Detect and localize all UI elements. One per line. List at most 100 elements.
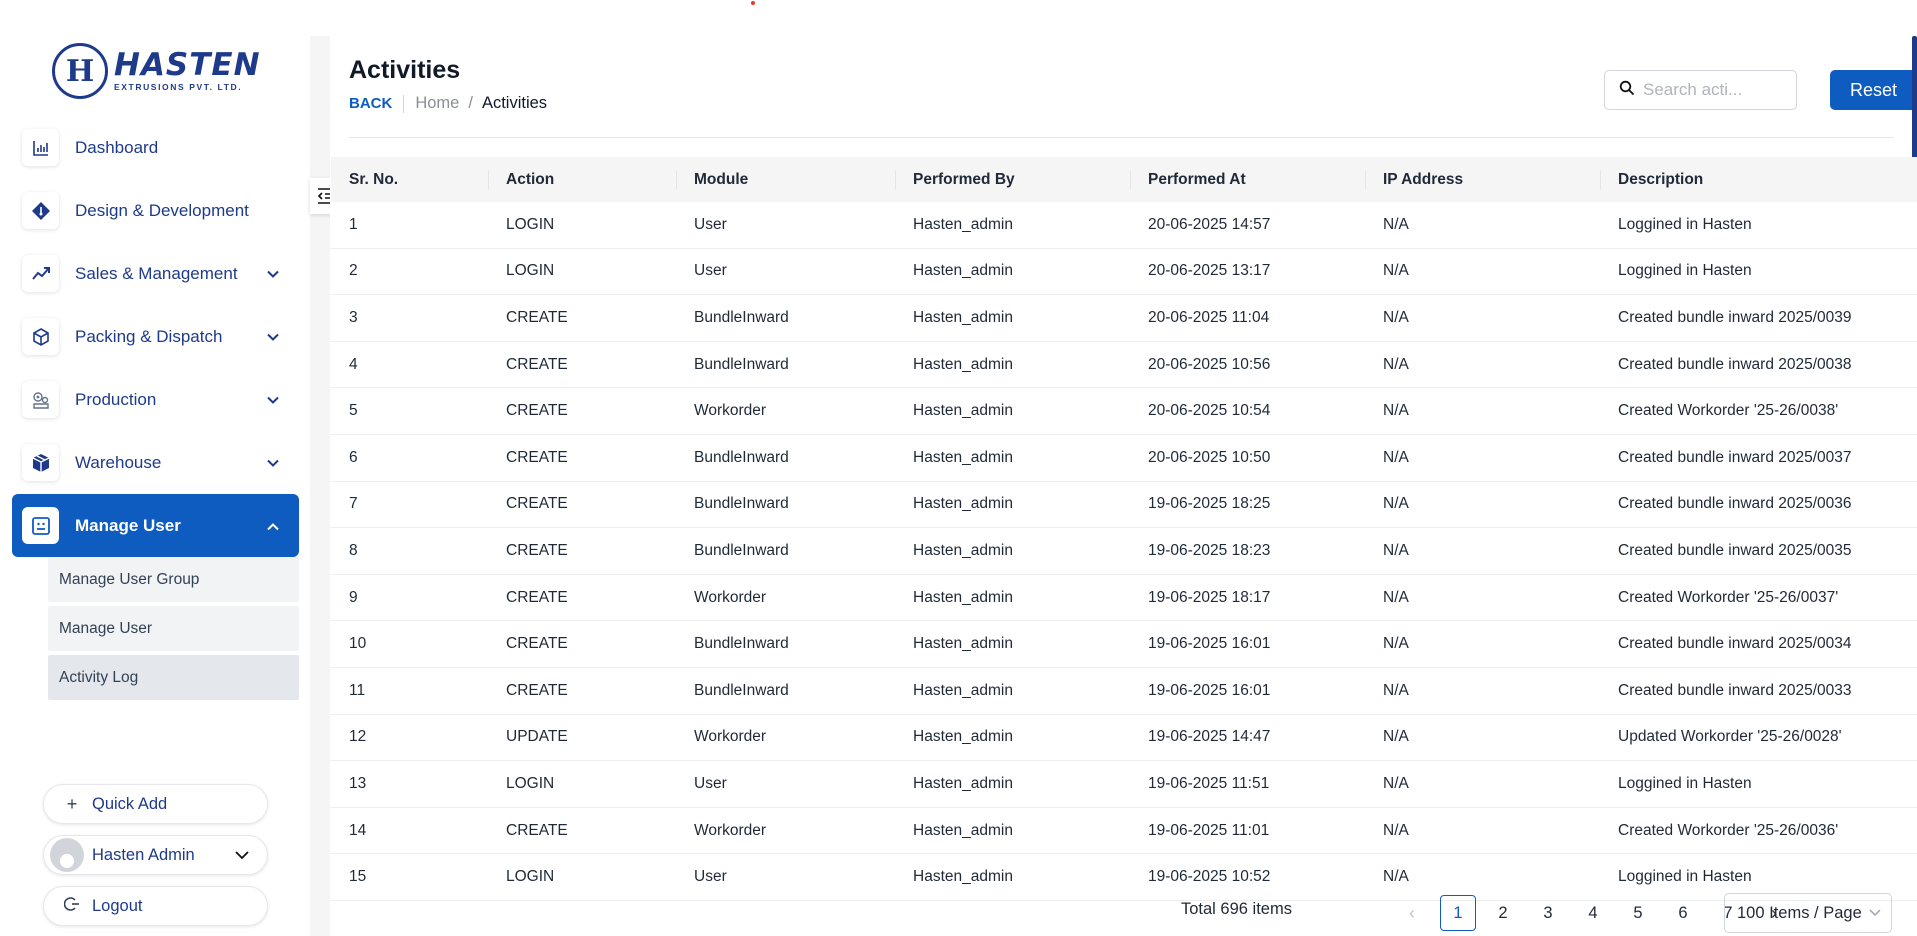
table-row[interactable]: 8 CREATE BundleInward Hasten_admin 19-06-202… <box>331 528 1917 575</box>
sidebar-item-packing-dispatch[interactable]: Packing & Dispatch <box>12 305 299 368</box>
avatar <box>50 838 84 872</box>
logout-button[interactable]: Logout <box>43 886 268 926</box>
back-link[interactable]: BACK <box>349 95 392 112</box>
cell-module: BundleInward <box>694 355 789 373</box>
cell-description: Created Workorder '25-26/0038' <box>1618 402 1839 420</box>
cell-sr-no: 10 <box>349 635 367 653</box>
cell-module: Workorder <box>694 728 767 746</box>
cell-ip-address: N/A <box>1383 541 1409 559</box>
cell-sr-no: 4 <box>349 355 358 373</box>
sidebar-subitem-manage-user-group[interactable]: Manage User Group <box>48 557 299 602</box>
cell-performed-by: Hasten_admin <box>913 448 1013 466</box>
table-row[interactable]: 1 LOGIN User Hasten_admin 20-06-2025 14:57 N/… <box>331 202 1917 249</box>
sidebar-item-label: Warehouse <box>75 452 162 472</box>
cell-action: CREATE <box>506 448 568 466</box>
page-title: Activities <box>349 56 461 84</box>
cell-performed-by: Hasten_admin <box>913 262 1013 280</box>
cell-action: CREATE <box>506 821 568 839</box>
table-row[interactable]: 12 UPDATE Workorder Hasten_admin 19-06-2025 … <box>331 715 1917 762</box>
box-icon <box>22 318 59 355</box>
table-row[interactable]: 4 CREATE BundleInward Hasten_admin 20-06-202… <box>331 342 1917 389</box>
user-card-icon <box>22 507 59 544</box>
sidebar-item-label: Dashboard <box>75 137 159 157</box>
reset-button[interactable]: Reset <box>1830 70 1917 110</box>
company-logo: H HASTEN EXTRUSIONS PVT. LTD. <box>52 42 264 100</box>
cell-sr-no: 13 <box>349 774 367 792</box>
page-button[interactable]: 6 <box>1665 895 1701 931</box>
table-row[interactable]: 10 CREATE BundleInward Hasten_admin 19-06-20… <box>331 621 1917 668</box>
table-row[interactable]: 14 CREATE Workorder Hasten_admin 19-06-2025 … <box>331 808 1917 855</box>
cell-description: Created bundle inward 2025/0039 <box>1618 308 1852 326</box>
cell-performed-at: 19-06-2025 10:52 <box>1148 868 1271 886</box>
column-header: Sr. No. <box>349 170 399 188</box>
cell-module: Workorder <box>694 821 767 839</box>
table-row[interactable]: 5 CREATE Workorder Hasten_admin 20-06-2025 1… <box>331 388 1917 435</box>
sidebar-item-sales-management[interactable]: Sales & Management <box>12 242 299 305</box>
search-input[interactable] <box>1643 80 1783 100</box>
column-header: Action <box>488 170 676 189</box>
scrollbar[interactable] <box>1912 36 1917 164</box>
prev-page-button[interactable]: ‹ <box>1394 895 1430 931</box>
cell-performed-at: 19-06-2025 11:51 <box>1148 774 1270 792</box>
table-body: 1 LOGIN User Hasten_admin 20-06-2025 14:57 N/… <box>331 202 1917 901</box>
page-button[interactable]: 2 <box>1485 895 1521 931</box>
logo-name: HASTEN <box>114 47 261 84</box>
cell-ip-address: N/A <box>1383 308 1409 326</box>
cell-performed-by: Hasten_admin <box>913 821 1013 839</box>
main-content: Activities BACK Home / Activities Reset … <box>330 36 1917 936</box>
cell-ip-address: N/A <box>1383 868 1409 886</box>
plus-icon: + <box>66 793 78 814</box>
sidebar-subitem-manage-user[interactable]: Manage User <box>48 606 299 651</box>
cell-module: User <box>694 215 727 233</box>
sidebar-item-label: Packing & Dispatch <box>75 326 223 346</box>
table-row[interactable]: 7 CREATE BundleInward Hasten_admin 19-06-202… <box>331 482 1917 529</box>
table-header: Sr. No. Action Module Performed By Perfo… <box>331 157 1917 202</box>
cell-module: BundleInward <box>694 495 789 513</box>
sidebar-gutter <box>310 36 330 936</box>
table-row[interactable]: 2 LOGIN User Hasten_admin 20-06-2025 13:17 N/… <box>331 249 1917 296</box>
page-size-select[interactable]: 100 Items / Page <box>1724 893 1892 933</box>
cell-sr-no: 1 <box>349 215 358 233</box>
cell-performed-by: Hasten_admin <box>913 541 1013 559</box>
quick-add-button[interactable]: + Quick Add <box>43 784 268 824</box>
sidebar-item-manage-user[interactable]: Manage User <box>12 494 299 557</box>
sidebar-item-warehouse[interactable]: Warehouse <box>12 431 299 494</box>
cell-action: LOGIN <box>506 262 555 280</box>
sidebar-item-dashboard[interactable]: Dashboard <box>12 116 299 179</box>
table-row[interactable]: 9 CREATE Workorder Hasten_admin 19-06-2025 1… <box>331 575 1917 622</box>
page-button[interactable]: 4 <box>1575 895 1611 931</box>
warehouse-icon <box>22 444 59 481</box>
page-button[interactable]: 3 <box>1530 895 1566 931</box>
cell-module: User <box>694 774 727 792</box>
user-menu-button[interactable]: Hasten Admin <box>43 835 268 875</box>
table-row[interactable]: 3 CREATE BundleInward Hasten_admin 20-06-202… <box>331 295 1917 342</box>
page-button[interactable]: 5 <box>1620 895 1656 931</box>
table-row[interactable]: 11 CREATE BundleInward Hasten_admin 19-06-20… <box>331 668 1917 715</box>
breadcrumb-home[interactable]: Home <box>415 94 459 113</box>
cell-ip-address: N/A <box>1383 821 1409 839</box>
sidebar-subitem-activity-log[interactable]: Activity Log <box>48 655 299 700</box>
cell-performed-by: Hasten_admin <box>913 402 1013 420</box>
search-box[interactable] <box>1604 70 1797 110</box>
cell-module: BundleInward <box>694 308 789 326</box>
cell-description: Created bundle inward 2025/0038 <box>1618 355 1852 373</box>
cell-ip-address: N/A <box>1383 728 1409 746</box>
cell-performed-at: 19-06-2025 18:17 <box>1148 588 1271 606</box>
cell-description: Created bundle inward 2025/0036 <box>1618 495 1852 513</box>
cell-performed-by: Hasten_admin <box>913 681 1013 699</box>
cell-performed-at: 19-06-2025 11:01 <box>1148 821 1270 839</box>
cell-ip-address: N/A <box>1383 495 1409 513</box>
chevron-down-icon <box>235 846 249 865</box>
logout-icon <box>62 896 82 917</box>
table-row[interactable]: 6 CREATE BundleInward Hasten_admin 20-06-202… <box>331 435 1917 482</box>
cell-performed-at: 20-06-2025 10:50 <box>1148 448 1271 466</box>
cell-sr-no: 5 <box>349 402 358 420</box>
column-header: IP Address <box>1365 170 1600 189</box>
page-button[interactable]: 1 <box>1440 895 1476 931</box>
cell-ip-address: N/A <box>1383 215 1409 233</box>
cell-module: BundleInward <box>694 541 789 559</box>
sidebar-item-production[interactable]: Production <box>12 368 299 431</box>
table-row[interactable]: 13 LOGIN User Hasten_admin 19-06-2025 11:51 N… <box>331 761 1917 808</box>
total-items: Total 696 items <box>1181 900 1292 918</box>
sidebar-item-design-development[interactable]: Design & Development <box>12 179 299 242</box>
